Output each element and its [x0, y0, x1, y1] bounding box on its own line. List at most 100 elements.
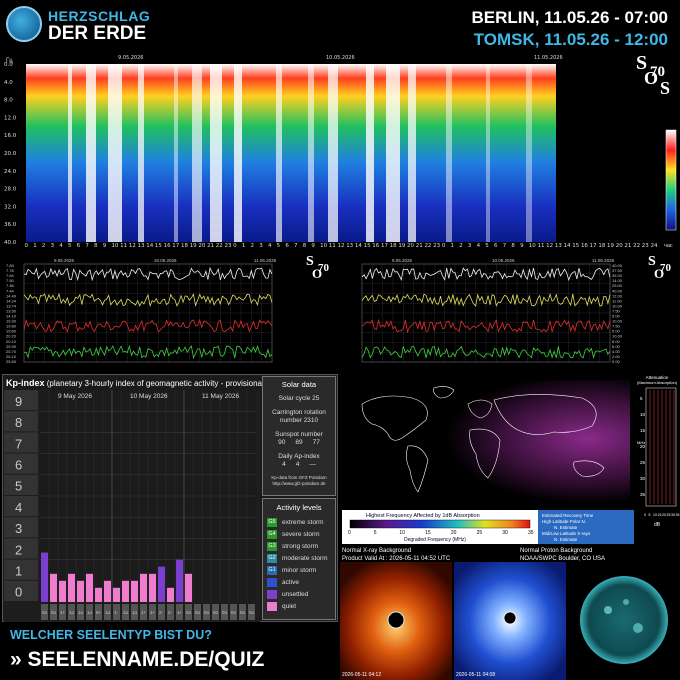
- drap-note-1: Estimated Recovery Time: [542, 513, 594, 518]
- spectro-x-tick: 8: [94, 243, 98, 249]
- kp-tick-label: 0o: [249, 610, 255, 615]
- city-berlin-time: BERLIN, 11.05.26 - 07:00: [471, 8, 668, 27]
- spectro-x-tick: 5: [277, 243, 281, 249]
- kp-tick-label: 0o: [195, 610, 201, 615]
- amplitude-panel-left: 9.05.2026 10.05.2026 11.05.2026 7.837.787.…: [6, 258, 277, 364]
- spectro-burst: [192, 64, 202, 242]
- drap-note-4: Mid/Low Latitude X-rays: [542, 531, 591, 536]
- spectro-x-tick: 11: [120, 243, 127, 249]
- spectro-x-tick: 4: [477, 243, 481, 249]
- spectro-y-tick: 8.0: [4, 98, 13, 104]
- spectro-x-tick: 23: [642, 243, 649, 249]
- kp-tick-label: 0o: [186, 610, 192, 615]
- spectro-x-tick: 16: [372, 243, 379, 249]
- drap-colorbar-tick: 30: [502, 530, 508, 536]
- spectro-burst: [276, 64, 282, 242]
- activity-level-label: severe storm: [282, 530, 320, 538]
- kp-tick-label: 0+: [96, 610, 102, 615]
- kp-tick-label: 0o: [51, 610, 57, 615]
- spectro-x-tick: 2: [459, 243, 463, 249]
- carrington-label-1: Carrington rotation: [272, 409, 326, 416]
- drap-colorbar-title: Highest Frequency Affected by 1dB Absorp…: [366, 513, 480, 519]
- atten-x-tick: 15: [658, 513, 662, 517]
- spectro-x-tick: 7: [85, 243, 89, 249]
- activity-level-row: quiet: [263, 600, 335, 612]
- drap-world-map: [342, 374, 634, 510]
- spectro-x-tick: 22: [633, 243, 640, 249]
- spectro-x-tick: 14: [355, 243, 362, 249]
- spectro-x-tick: 16: [164, 243, 171, 249]
- atten-y-tick: 35: [640, 492, 646, 497]
- coronagraph-blue-caption: 2026-05-11 04:08: [456, 672, 495, 678]
- spectro-x-tick: 9: [311, 243, 315, 249]
- kp-tick-label: 1+: [141, 610, 147, 615]
- spectro-x-tick: 7: [294, 243, 298, 249]
- activity-level-swatch: G1: [267, 565, 277, 575]
- activity-level-label: extreme storm: [282, 518, 324, 526]
- sunspot-value-3: 77: [312, 439, 320, 446]
- kp-tick-label: 1o: [78, 610, 84, 615]
- spectro-burst: [408, 64, 416, 242]
- spectro-x-tick: 21: [416, 243, 423, 249]
- spectro-x-tick: 3: [259, 243, 263, 249]
- kp-day-label: 10 May 2026: [130, 393, 168, 400]
- spectro-x-tick: 0: [442, 243, 446, 249]
- spectro-x-tick: 11: [329, 243, 336, 249]
- spectro-x-tick: 20: [198, 243, 205, 249]
- spectro-x-tick: 16: [581, 243, 588, 249]
- spectro-x-tick: 10: [111, 243, 118, 249]
- spectro-x-tick: 3: [468, 243, 472, 249]
- sos-logo-o: O: [644, 68, 659, 88]
- spectro-x-tick: 1: [451, 243, 455, 249]
- atten-x-tick: 25: [667, 513, 671, 517]
- drap-legend: Highest Frequency Affected by 1dB Absorp…: [342, 510, 634, 562]
- spectro-y-tick: 4.0: [4, 80, 13, 86]
- spectro-x-tick: 6: [494, 243, 498, 249]
- kp-chart: 9 8 7 6 5 4 3 2 1 0 9 May 2026 10 May 2026 11 May 2…: [4, 390, 260, 622]
- spectro-x-tick: 18: [598, 243, 605, 249]
- spectro-x-tick: 17: [590, 243, 597, 249]
- spectro-burst: [308, 64, 314, 242]
- spectro-burst: [210, 64, 222, 242]
- solar-cycle: Solar cycle 25: [278, 395, 320, 402]
- spectro-x-tick: 12: [338, 243, 345, 249]
- spectro-y-tick: 28.0: [4, 187, 17, 193]
- spectro-y-unit: Гц: [6, 58, 13, 64]
- proton-status: Normal Proton Background: [520, 548, 592, 554]
- drap-colorbar-tick: 20: [451, 530, 457, 536]
- activity-level-row: G1 minor storm: [263, 564, 335, 576]
- city-tomsk-time: TOMSK, 11.05.26 - 12:00: [473, 30, 668, 49]
- quiz-link[interactable]: » SEELENNAME.DE/QUIZ: [10, 648, 264, 672]
- kp-bar: [59, 580, 66, 602]
- logo-line1: HERZSCHLAG: [48, 8, 151, 24]
- drap-note-2: High Latitude Polar N.: [542, 519, 586, 524]
- kp-tick-label: 0o: [42, 610, 48, 615]
- spectro-x-tick: 19: [398, 243, 405, 249]
- line-panel-date: 9.05.2026: [54, 258, 75, 263]
- sunspot-value-2: 89: [295, 439, 303, 446]
- sunspot-values: 90 89 77: [263, 439, 335, 447]
- kp-title-bold: Kp-index: [6, 378, 45, 388]
- spectro-x-tick: 12: [129, 243, 136, 249]
- kp-tick-label: 1o: [123, 610, 129, 615]
- line-panel-date: 10.05.2026: [492, 258, 515, 263]
- kp-bar: [131, 580, 138, 602]
- spectro-x-tick: 17: [172, 243, 179, 249]
- atten-y-tick: 10: [640, 412, 646, 417]
- activity-level-label: active: [282, 578, 299, 586]
- spectro-y-tick: 16.0: [4, 133, 17, 139]
- activity-level-row: unsettled: [263, 588, 335, 600]
- kp-bar: [149, 573, 156, 602]
- spectro-x-tick: 15: [155, 243, 162, 249]
- spectro-x-tick: 11: [537, 243, 544, 249]
- atten-x-tick: 5: [649, 513, 651, 517]
- spectro-x-tick: 13: [346, 243, 353, 249]
- drap-colorbar-tick: 15: [425, 530, 431, 536]
- spectro-x-tick: 23: [433, 243, 440, 249]
- kp-level-label: 3: [15, 521, 22, 536]
- logo-line2: DER ERDE: [48, 23, 147, 44]
- spectro-burst: [386, 64, 400, 242]
- spectro-x-tick: 15: [364, 243, 371, 249]
- kp-bar: [68, 573, 75, 602]
- spectro-date-label: 9.05.2026: [118, 55, 143, 61]
